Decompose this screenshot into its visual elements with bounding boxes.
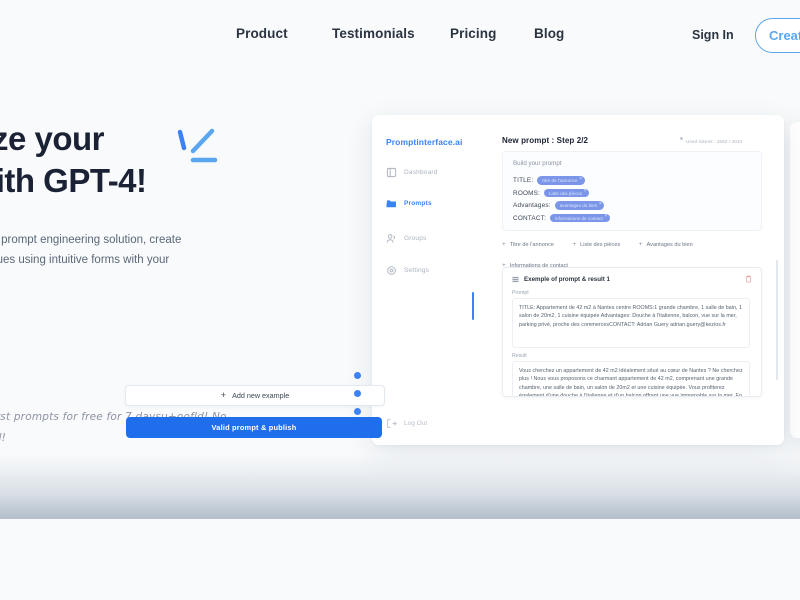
plus-icon: + <box>502 241 506 248</box>
trash-icon[interactable] <box>745 275 752 283</box>
example-result-text: Vous cherchez un appartement de 42 m2 id… <box>519 368 743 397</box>
sidebar-item-groups[interactable]: Groups <box>386 233 427 244</box>
nav-link-testimonials[interactable]: Testimonials <box>332 26 415 41</box>
field-tag-advantages[interactable]: avantages du bien <box>554 201 605 210</box>
build-prompt-card: Build your prompt TITLE: titre de l'anno… <box>502 151 762 231</box>
field-tag-contact-label: informations de contact <box>555 215 603 221</box>
logout-icon <box>387 419 397 428</box>
users-icon <box>386 234 396 243</box>
handwritten-line-2: ...d needed! <box>0 432 6 444</box>
field-key-rooms: ROOMS: <box>513 189 541 197</box>
hero-paragraph-line-1: ...irst innovative prompt engineering so… <box>0 234 182 246</box>
secondary-app-card <box>790 122 800 438</box>
field-tag-title-label: titre de l'annonce <box>542 178 578 183</box>
hero-section: ...onize your ...s with GPT-4! ...irst i… <box>0 118 290 270</box>
nav-link-pricing[interactable]: Pricing <box>450 26 496 41</box>
field-tag-rooms-label: Liste des pièces <box>549 190 583 196</box>
field-tag-contact[interactable]: informations de contact <box>550 213 610 223</box>
hero-heading-line-1: ...onize your <box>0 120 105 157</box>
token-usage: Used tokens : 1563 / 4034 <box>680 137 742 145</box>
app-scrollbar[interactable] <box>776 260 778 380</box>
prompt-field-row: TITLE: titre de l'annonce <box>513 176 610 185</box>
app-sidebar: Promptinterface.ai Dashboard Prompts Gro… <box>372 115 484 445</box>
create-account-label: Create <box>769 28 800 43</box>
chip-label: Liste des pièces <box>580 242 621 249</box>
token-usage-label: Used tokens : 1563 / 4034 <box>686 138 743 144</box>
app-preview-card: Promptinterface.ai Dashboard Prompts Gro… <box>372 115 784 445</box>
page-background-gradient-band <box>0 455 800 519</box>
sidebar-label-groups: Groups <box>404 235 427 242</box>
app-step-title: New prompt : Step 2/2 <box>502 136 589 145</box>
prompt-field-row: ROOMS: Liste des pièces <box>513 188 610 198</box>
plus-icon: + <box>220 390 227 400</box>
chip-label: Avantages du bien <box>646 242 693 249</box>
valid-prompt-publish-button[interactable]: Valid prompt & publish <box>126 417 382 438</box>
hero-heading: ...onize your ...s with GPT-4! <box>0 118 290 202</box>
carousel-dot-2[interactable] <box>354 390 361 397</box>
hero-heading-line-2: ...s with GPT-4! <box>0 162 147 199</box>
chip-titre-annonce[interactable]: + Titre de l'annonce <box>502 241 554 249</box>
prompt-field-row: CONTACT: informations de contact <box>513 213 610 223</box>
example-prompt-card: Exemple of prompt & result 1 Prompt TITL… <box>502 267 762 397</box>
example-card-title: Exemple of prompt & result 1 <box>524 276 610 283</box>
sidebar-active-indicator <box>472 292 474 320</box>
chip-avantages-bien[interactable]: + Avantages du bien <box>638 241 693 249</box>
gear-icon <box>387 266 396 275</box>
folder-icon <box>386 200 396 208</box>
top-navigation: Product Testimonials Pricing Blog Sign I… <box>0 0 800 71</box>
chip-label: Titre de l'annonce <box>509 242 554 249</box>
sidebar-label-settings: Settings <box>404 267 430 274</box>
field-key-contact: CONTACT: <box>513 214 547 222</box>
build-prompt-title: Build your prompt <box>513 160 562 167</box>
example-result-textbox[interactable]: Vous cherchez un appartement de 42 m2 id… <box>512 361 750 397</box>
field-key-title: TITLE: <box>513 177 534 184</box>
create-account-button[interactable]: Create <box>755 18 800 53</box>
prompt-fields-list: TITLE: titre de l'annonce ROOMS: Liste d… <box>513 176 610 226</box>
valid-prompt-publish-label: Valid prompt & publish <box>211 423 297 432</box>
sign-in-link[interactable]: Sign In <box>692 28 734 42</box>
example-prompt-text: TITLE: Appartement de 42 m2 à Nantes cen… <box>519 305 743 328</box>
token-bullet-icon <box>680 137 683 140</box>
carousel-dot-3[interactable] <box>354 408 361 415</box>
prompt-field-row: Advantages: avantages du bien <box>513 201 610 210</box>
example-result-label: Result <box>512 353 527 359</box>
chip-liste-pieces[interactable]: + Liste des pièces <box>572 241 621 249</box>
field-tag-rooms[interactable]: Liste des pièces <box>544 188 590 198</box>
nav-link-product[interactable]: Product <box>236 26 288 41</box>
app-main-panel: New prompt : Step 2/2 Used tokens : 1563… <box>484 115 784 445</box>
app-brand-logo: Promptinterface.ai <box>386 137 463 147</box>
add-new-example-button[interactable]: + Add new example <box>125 385 385 406</box>
field-tag-title[interactable]: titre de l'annonce <box>537 176 585 185</box>
add-new-example-label: Add new example <box>232 391 290 400</box>
plus-icon: + <box>572 241 577 248</box>
sidebar-item-prompts[interactable]: Prompts <box>386 198 432 209</box>
sidebar-item-dashboard[interactable]: Dashboard <box>386 167 438 178</box>
sidebar-label-prompts: Prompts <box>404 200 432 207</box>
sparkle-decoration-icon <box>177 128 218 163</box>
plus-icon: + <box>638 241 643 248</box>
logout-label: Log Out <box>404 420 428 427</box>
example-card-header: Exemple of prompt & result 1 <box>512 276 610 283</box>
sidebar-item-settings[interactable]: Settings <box>386 265 429 276</box>
example-prompt-textbox[interactable]: TITLE: Appartement de 42 m2 à Nantes cen… <box>512 298 750 348</box>
hero-paragraph: ...irst innovative prompt engineering so… <box>0 230 290 270</box>
field-tag-advantages-label: avantages du bien <box>559 203 598 208</box>
dashboard-icon <box>386 167 397 178</box>
nav-link-blog[interactable]: Blog <box>534 26 564 41</box>
grid-icon <box>512 276 519 283</box>
page-background-bottom <box>0 519 800 600</box>
carousel-dots <box>354 372 361 426</box>
sidebar-label-dashboard: Dashboard <box>404 169 438 176</box>
hero-paragraph-line-2: ...r your colleagues using intuitive for… <box>0 254 170 266</box>
carousel-dot-1[interactable] <box>354 372 361 379</box>
field-key-advantages: Advantages: <box>513 202 551 209</box>
logout-button[interactable]: Log Out <box>386 418 427 429</box>
example-prompt-label: Prompt <box>512 290 529 296</box>
